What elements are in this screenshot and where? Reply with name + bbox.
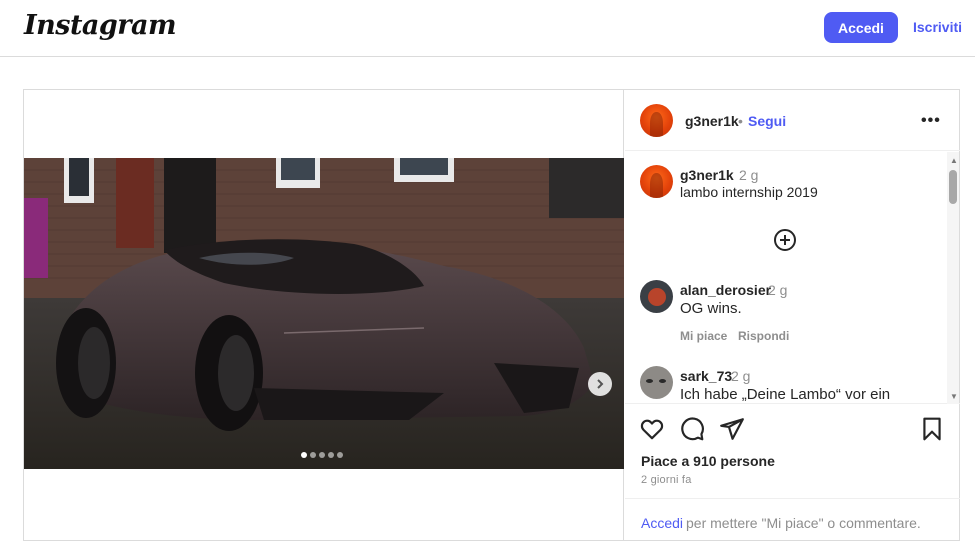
scrollbar-thumb[interactable]	[949, 170, 957, 204]
separator-dot: •	[738, 113, 743, 129]
comment-username[interactable]: alan_derosier	[680, 282, 771, 298]
comment-time: 2 g	[768, 282, 788, 298]
comment-like-button[interactable]: Mi piace	[680, 329, 727, 343]
signup-link[interactable]: Iscriviti	[913, 19, 962, 35]
caption-username[interactable]: g3ner1k	[680, 167, 734, 183]
carousel-dot	[310, 452, 316, 458]
comment-text: OG wins.	[680, 300, 742, 317]
login-prompt-link[interactable]: Accedi	[641, 515, 683, 531]
more-options-icon[interactable]: •••	[921, 112, 941, 130]
scroll-up-arrow-icon[interactable]: ▲	[950, 156, 958, 165]
follow-button[interactable]: Segui	[748, 113, 786, 129]
share-icon[interactable]	[719, 416, 745, 442]
carousel-dot	[337, 452, 343, 458]
comment-icon[interactable]	[679, 416, 705, 442]
top-navigation-bar: Instagram Accedi Iscriviti	[0, 0, 975, 57]
post-media	[24, 90, 624, 540]
comment-reply-button[interactable]: Rispondi	[738, 329, 789, 343]
scroll-down-arrow-icon[interactable]: ▼	[950, 392, 958, 401]
post-card: g3ner1k • Segui ••• g3ner1k 2 g lambo in…	[23, 89, 960, 541]
comments-list[interactable]: g3ner1k 2 g lambo internship 2019 alan_d…	[625, 152, 960, 404]
post-side-panel: g3ner1k • Segui ••• g3ner1k 2 g lambo in…	[625, 90, 960, 540]
instagram-logo[interactable]: Instagram	[24, 10, 177, 41]
carousel-dot	[328, 452, 334, 458]
post-time-ago[interactable]: 2 giorni fa	[641, 474, 692, 486]
caption-avatar[interactable]	[640, 165, 673, 198]
comment-text: Ich habe „Deine Lambo“ vor ein	[680, 386, 891, 403]
carousel-dot	[319, 452, 325, 458]
login-prompt-text: per mettere "Mi piace" o commentare.	[686, 515, 921, 531]
carousel-indicator	[301, 452, 343, 458]
author-avatar[interactable]	[640, 104, 673, 137]
chevron-right-icon	[597, 379, 604, 389]
caption-time: 2 g	[739, 167, 759, 183]
heart-icon[interactable]	[639, 416, 665, 442]
author-username[interactable]: g3ner1k	[685, 113, 739, 129]
bookmark-icon[interactable]	[919, 416, 945, 442]
commenter-avatar[interactable]	[640, 366, 673, 399]
caption-text: lambo internship 2019	[680, 184, 818, 200]
commenter-avatar[interactable]	[640, 280, 673, 313]
post-header: g3ner1k • Segui •••	[625, 90, 960, 151]
carousel-dot	[301, 452, 307, 458]
next-slide-button[interactable]	[588, 372, 612, 396]
likes-count[interactable]: Piace a 910 persone	[641, 453, 775, 469]
comment-username[interactable]: sark_73	[680, 368, 732, 384]
login-prompt: Accedi per mettere "Mi piace" o commenta…	[625, 498, 960, 540]
comment-time: 2 g	[731, 368, 751, 384]
login-button[interactable]: Accedi	[824, 12, 898, 43]
car-photo[interactable]	[24, 158, 624, 469]
post-actions	[625, 416, 960, 446]
lamborghini-image	[24, 158, 624, 469]
load-more-comments-icon[interactable]	[773, 228, 797, 252]
